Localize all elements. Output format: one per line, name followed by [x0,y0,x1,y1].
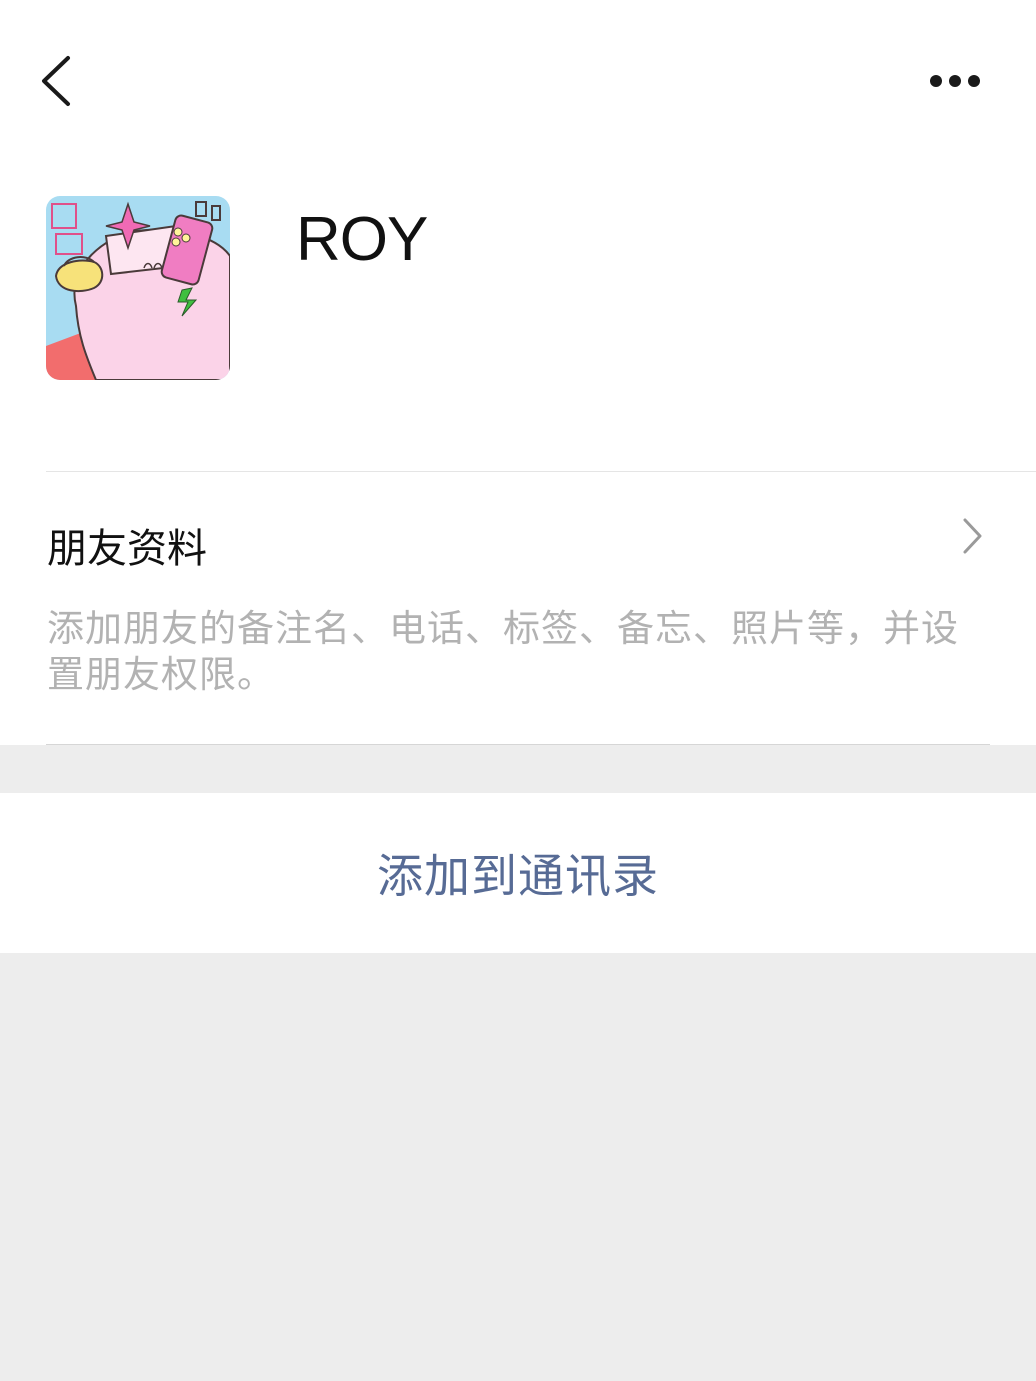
add-contact-card: 添加到通讯录 [0,793,1036,953]
profile-name: ROY [296,205,428,274]
friend-info-title: 朋友资料 [47,526,207,572]
more-dots-icon [930,75,980,87]
friend-info-row[interactable]: 朋友资料 添加朋友的备注名、电话、标签、备忘、照片等，并设置朋友权限。 [0,472,1036,745]
friend-info-description: 添加朋友的备注名、电话、标签、备忘、照片等，并设置朋友权限。 [47,607,959,696]
back-button[interactable] [30,48,90,112]
add-to-contacts-button[interactable]: 添加到通讯录 [0,793,1036,953]
chevron-right-icon [963,518,982,554]
profile-card: ROY 朋友资料 添加朋友的备注名、电话、标签、备忘、照片等，并设置朋友权限。 [0,0,1036,745]
cartoon-avatar-icon [46,196,230,380]
chevron-left-icon [42,56,70,106]
avatar[interactable] [46,196,230,380]
more-options-button[interactable] [918,56,998,106]
divider [46,744,990,745]
